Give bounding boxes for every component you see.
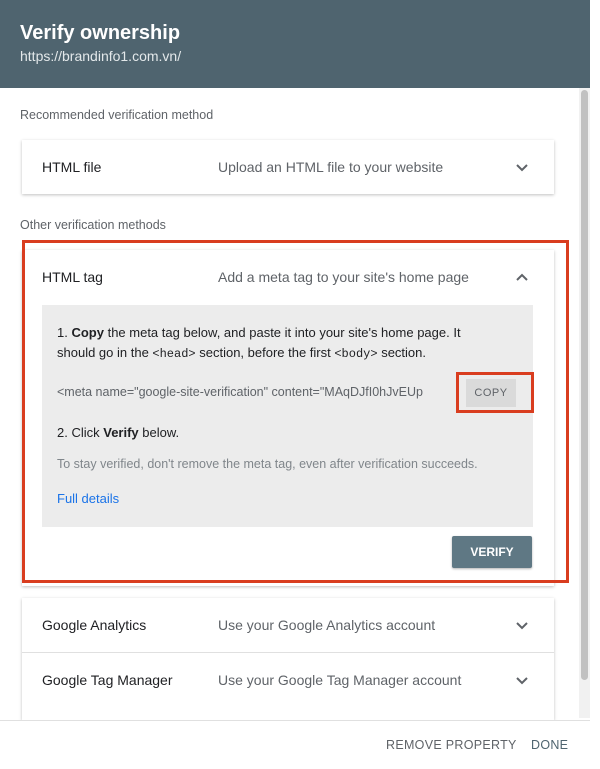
other-methods-card: Google Analytics Use your Google Analyti… (22, 598, 554, 720)
chevron-down-icon[interactable] (512, 670, 532, 690)
remove-property-button[interactable]: REMOVE PROPERTY (386, 738, 517, 752)
chevron-down-icon[interactable] (512, 615, 532, 635)
done-button[interactable]: DONE (531, 738, 568, 752)
dialog-title: Verify ownership (20, 22, 181, 44)
html-file-desc: Upload an HTML file to your website (218, 159, 444, 175)
method-name: Google Analytics (42, 617, 147, 633)
method-row-google-analytics[interactable]: Google Analytics Use your Google Analyti… (22, 598, 554, 653)
recommended-section-label: Recommended verification method (20, 108, 214, 122)
dialog-header: Verify ownership https://brandinfo1.com.… (0, 0, 590, 88)
method-desc: Use your Google Analytics account (218, 617, 436, 633)
html-file-name: HTML file (42, 159, 102, 175)
chevron-down-icon[interactable] (512, 157, 532, 177)
html-file-row[interactable]: HTML file Upload an HTML file to your we… (22, 140, 554, 194)
copy-highlight (456, 372, 534, 413)
method-row-google-tag-manager[interactable]: Google Tag Manager Use your Google Tag M… (22, 653, 554, 707)
method-name: Google Tag Manager (42, 672, 173, 688)
other-section-label: Other verification methods (20, 218, 166, 232)
property-url: https://brandinfo1.com.vn/ (20, 48, 182, 64)
dialog-footer: REMOVE PROPERTY DONE (0, 720, 590, 769)
html-file-card[interactable]: HTML file Upload an HTML file to your we… (22, 140, 554, 194)
scrollbar-thumb[interactable] (581, 90, 588, 680)
method-desc: Use your Google Tag Manager account (218, 672, 462, 688)
